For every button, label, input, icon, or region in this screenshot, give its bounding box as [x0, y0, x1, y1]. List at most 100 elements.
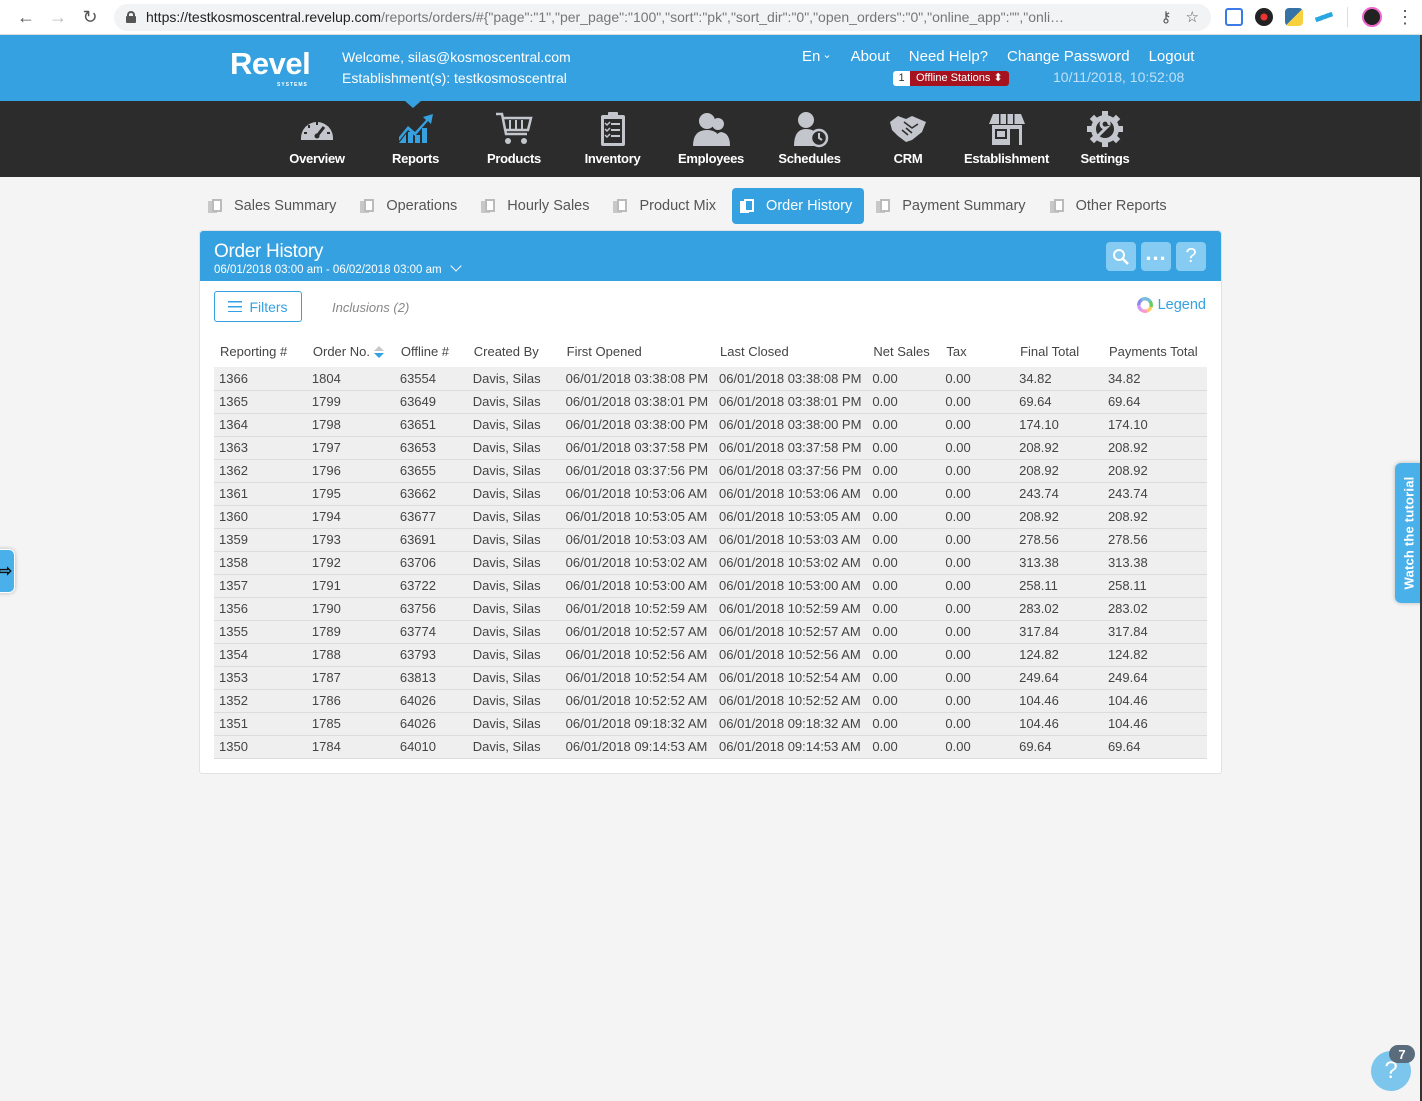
- key-icon[interactable]: ⚷: [1161, 8, 1172, 26]
- cell-offline-number: 63653: [394, 436, 468, 460]
- cell-net-sales: 0.00: [867, 436, 941, 460]
- more-options-button[interactable]: ...: [1141, 241, 1171, 271]
- table-row[interactable]: 1354 1788 63793 Davis, Silas 06/01/2018 10:5…: [214, 643, 1207, 667]
- cell-net-sales: 0.00: [867, 597, 941, 621]
- extension-icon[interactable]: [1315, 8, 1333, 26]
- python-extension-icon[interactable]: [1285, 8, 1303, 26]
- tab-operations[interactable]: Operations: [352, 188, 469, 224]
- column-header-last-closed[interactable]: Last Closed: [714, 336, 867, 367]
- tab-hourly-sales[interactable]: Hourly Sales: [473, 188, 601, 224]
- nav-crm[interactable]: CRM: [859, 101, 958, 177]
- search-button[interactable]: [1106, 242, 1136, 271]
- table-row[interactable]: 1360 1794 63677 Davis, Silas 06/01/2018 10:5…: [214, 505, 1207, 529]
- offline-stations-badge[interactable]: 1 Offline Stations ⬍: [893, 71, 1009, 86]
- tab-payment-summary[interactable]: Payment Summary: [868, 188, 1037, 224]
- nav-overview[interactable]: Overview: [268, 101, 367, 177]
- tab-other-reports[interactable]: Other Reports: [1042, 188, 1179, 224]
- cell-order-number: 1796: [306, 459, 395, 483]
- cell-created-by: Davis, Silas: [467, 574, 561, 598]
- column-header-payments-total[interactable]: Payments Total: [1103, 336, 1207, 367]
- filters-button[interactable]: Filters: [214, 291, 302, 322]
- cell-final-total: 317.84: [1014, 620, 1103, 644]
- table-row[interactable]: 1361 1795 63662 Davis, Silas 06/01/2018 10:5…: [214, 482, 1207, 506]
- tab-order-history[interactable]: Order History: [732, 188, 865, 224]
- table-row[interactable]: 1355 1789 63774 Davis, Silas 06/01/2018 10:5…: [214, 620, 1207, 644]
- back-arrow-icon[interactable]: ←: [10, 7, 42, 28]
- nav-establishment[interactable]: Establishment: [957, 101, 1056, 177]
- cell-final-total: 313.38: [1014, 551, 1103, 575]
- nav-settings[interactable]: Settings: [1056, 101, 1155, 177]
- cell-reporting-number: 1359: [214, 528, 307, 552]
- watch-tutorial-tab[interactable]: Watch the tutorial: [1395, 463, 1422, 603]
- tab-sales-summary[interactable]: Sales Summary: [200, 188, 348, 224]
- cell-reporting-number: 1355: [214, 620, 307, 644]
- table-row[interactable]: 1353 1787 63813 Davis, Silas 06/01/2018 10:5…: [214, 666, 1207, 690]
- column-header-net-sales[interactable]: Net Sales: [867, 336, 940, 367]
- table-row[interactable]: 1364 1798 63651 Davis, Silas 06/01/2018 03:3…: [214, 413, 1207, 437]
- arrow-right-icon: ⇨: [0, 563, 12, 580]
- cell-tax: 0.00: [940, 689, 1015, 713]
- side-panel-toggle[interactable]: ⇨: [0, 549, 15, 593]
- nav-products[interactable]: Products: [465, 101, 564, 177]
- cell-net-sales: 0.00: [867, 643, 941, 667]
- star-icon[interactable]: ☆: [1186, 8, 1199, 26]
- cell-final-total: 104.46: [1014, 712, 1103, 736]
- cell-first-opened: 06/01/2018 10:53:02 AM: [560, 551, 715, 575]
- lock-icon: [126, 11, 136, 23]
- column-header-tax[interactable]: Tax: [940, 336, 1014, 367]
- table-row[interactable]: 1352 1786 64026 Davis, Silas 06/01/2018 10:5…: [214, 689, 1207, 713]
- column-header-final-total[interactable]: Final Total: [1014, 336, 1103, 367]
- menu-dots-icon[interactable]: ⋮: [1396, 7, 1414, 28]
- date-range-selector[interactable]: 06/01/2018 03:00 am - 06/02/2018 03:00 a…: [214, 260, 462, 276]
- table-row[interactable]: 1365 1799 63649 Davis, Silas 06/01/2018 03:3…: [214, 390, 1207, 414]
- inclusions-link[interactable]: Inclusions (2): [332, 300, 409, 315]
- cell-created-by: Davis, Silas: [467, 666, 561, 690]
- cell-payments-total: 243.74: [1102, 482, 1207, 506]
- nav-reports[interactable]: Reports: [366, 101, 465, 177]
- cell-tax: 0.00: [940, 413, 1015, 437]
- cell-first-opened: 06/01/2018 03:38:00 PM: [560, 413, 715, 437]
- logout-link[interactable]: Logout: [1149, 48, 1195, 65]
- table-row[interactable]: 1351 1785 64026 Davis, Silas 06/01/2018 09:1…: [214, 712, 1207, 736]
- table-row[interactable]: 1350 1784 64010 Davis, Silas 06/01/2018 09:1…: [214, 735, 1207, 759]
- need-help-link[interactable]: Need Help?: [909, 48, 988, 65]
- nav-schedules[interactable]: Schedules: [760, 101, 859, 177]
- table-row[interactable]: 1362 1796 63655 Davis, Silas 06/01/2018 03:3…: [214, 459, 1207, 483]
- table-row[interactable]: 1356 1790 63756 Davis, Silas 06/01/2018 10:5…: [214, 597, 1207, 621]
- document-icon: [613, 198, 628, 214]
- table-row[interactable]: 1357 1791 63722 Davis, Silas 06/01/2018 10:5…: [214, 574, 1207, 598]
- cell-order-number: 1791: [306, 574, 395, 598]
- column-header-first-opened[interactable]: First Opened: [561, 336, 714, 367]
- sort-icon[interactable]: [373, 346, 384, 358]
- orders-table: Reporting # Order No. Offline # Created By F…: [214, 336, 1207, 759]
- table-row[interactable]: 1359 1793 63691 Davis, Silas 06/01/2018 10:5…: [214, 528, 1207, 552]
- profile-avatar[interactable]: [1362, 7, 1382, 27]
- revel-logo[interactable]: Revel: [230, 46, 311, 82]
- column-header-reporting-number[interactable]: Reporting #: [214, 336, 307, 367]
- forward-arrow-icon[interactable]: →: [42, 7, 74, 28]
- column-header-order-number[interactable]: Order No.: [307, 336, 395, 367]
- cell-payments-total: 174.10: [1102, 413, 1207, 437]
- extension-icon[interactable]: [1255, 8, 1273, 26]
- cell-offline-number: 63793: [394, 643, 468, 667]
- nav-inventory[interactable]: Inventory: [563, 101, 662, 177]
- column-header-offline-number[interactable]: Offline #: [395, 336, 468, 367]
- cell-net-sales: 0.00: [867, 620, 941, 644]
- column-header-created-by[interactable]: Created By: [468, 336, 561, 367]
- about-link[interactable]: About: [851, 48, 890, 65]
- legend-button[interactable]: Legend: [1136, 297, 1206, 313]
- reload-icon[interactable]: ↻: [74, 7, 106, 28]
- help-button[interactable]: ?: [1176, 242, 1206, 271]
- nav-employees[interactable]: Employees: [662, 101, 761, 177]
- address-bar[interactable]: https://testkosmoscentral.revelup.com/re…: [114, 3, 1211, 31]
- cell-first-opened: 06/01/2018 10:53:06 AM: [560, 482, 715, 506]
- tab-product-mix[interactable]: Product Mix: [605, 188, 728, 224]
- cell-offline-number: 63706: [394, 551, 468, 575]
- table-row[interactable]: 1363 1797 63653 Davis, Silas 06/01/2018 03:3…: [214, 436, 1207, 460]
- extension-icon[interactable]: [1225, 8, 1243, 26]
- table-row[interactable]: 1366 1804 63554 Davis, Silas 06/01/2018 03:3…: [214, 367, 1207, 391]
- change-password-link[interactable]: Change Password: [1007, 48, 1130, 65]
- cell-last-closed: 06/01/2018 10:52:52 AM: [714, 689, 868, 713]
- table-row[interactable]: 1358 1792 63706 Davis, Silas 06/01/2018 10:5…: [214, 551, 1207, 575]
- language-select[interactable]: En: [802, 48, 832, 65]
